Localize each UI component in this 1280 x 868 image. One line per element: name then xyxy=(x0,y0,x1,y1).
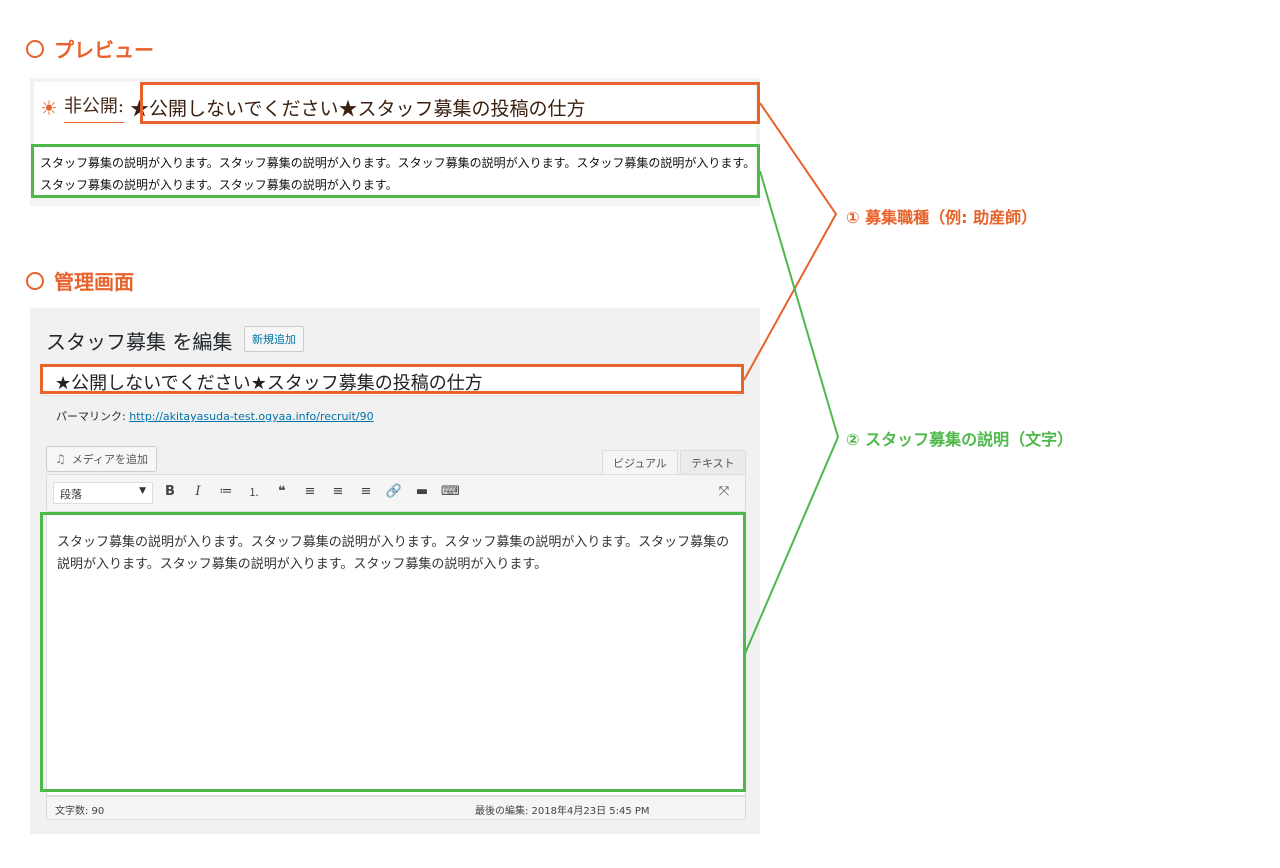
green-connector xyxy=(743,170,840,657)
callout-job-type: ① 募集職種（例: 助産師） xyxy=(846,208,1038,227)
callout-description: ② スタッフ募集の説明（文字） xyxy=(846,430,1074,449)
connector-lines xyxy=(743,102,840,657)
orange-connector xyxy=(743,102,838,381)
